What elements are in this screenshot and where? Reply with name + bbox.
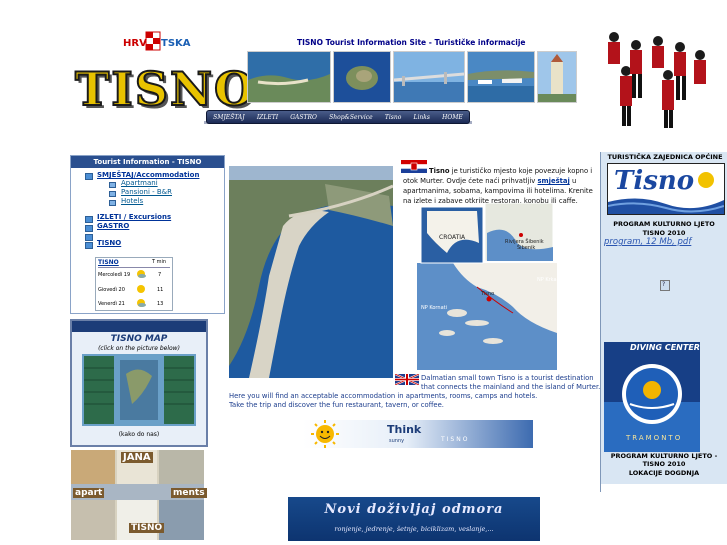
weather-widget: TISNO T min Mercoledì 19 7 Giovedì 20 11… (95, 257, 173, 311)
english-description-2b: Take the trip and discover the fun resta… (229, 400, 444, 409)
program-pdf-link[interactable]: program, 12 Mb, pdf (604, 237, 691, 247)
map-label-croatia: CROATIA (439, 234, 466, 241)
program-2010-locations: PROGRAM KULTURNO LJETO - TISNO 2010 LOKA… (605, 452, 723, 477)
svg-text:TSKA: TSKA (161, 38, 191, 49)
site-title: TISNO Tourist Information Site - Turisti… (297, 38, 526, 47)
tisno-logo-text: Tisno (614, 166, 695, 196)
hrvatska-logo: HRV TSKA (122, 30, 194, 52)
menu-item-gastro[interactable]: GASTRO (290, 114, 317, 121)
map-window-picture[interactable] (82, 354, 196, 426)
link-gastro[interactable]: GASTRO (97, 222, 129, 230)
header-photo-boats (467, 51, 535, 103)
map-label-kornati: NP Kornati (421, 305, 447, 311)
header-photo-island (333, 51, 391, 103)
bullet-icon (109, 200, 116, 206)
weather-temp: 7 (158, 272, 162, 278)
think-sunny-banner[interactable]: Think sunny TISNO (303, 420, 533, 448)
program-locations: LOKACIJE DOGDNJA (628, 468, 700, 477)
english-description-2a: Here you will find an acceptable accommo… (229, 392, 538, 400)
link-apartmani[interactable]: Apartmani (121, 179, 158, 187)
jana-name: JANA (121, 452, 153, 463)
think-place: TISNO (441, 436, 470, 443)
croatian-description: Tisno je turističko mjesto koje povezuje… (403, 166, 599, 206)
smjestaj-link[interactable]: smještaj (538, 177, 570, 185)
tourist-info-box: Tourist Information - TISNO SMJEŠTAJ/Acc… (70, 155, 225, 314)
map-label-riviera: Rivijera Šibenik (505, 238, 544, 245)
link-pansioni[interactable]: Pansioni - B&R (121, 188, 172, 196)
location-map[interactable]: CROATIA Rivijera Šibenik Šibenik NP Krka… (417, 202, 557, 370)
map-label-sibenik: Šibenik (517, 244, 535, 251)
menu-item-home[interactable]: HOME (442, 114, 463, 121)
menu-item-smjestaj[interactable]: SMJEŠTAJ (213, 114, 245, 121)
weather-title[interactable]: TISNO (98, 259, 119, 266)
tourist-board-logo[interactable]: Tisno (607, 163, 725, 215)
weather-temp: 13 (157, 301, 164, 307)
map-title: TISNO MAP (110, 334, 168, 344)
diving-center-banner[interactable]: DIVING CENTER TRAMONTO (604, 342, 700, 452)
hr-tisno-bold: Tisno (429, 167, 450, 175)
column-divider (600, 152, 601, 492)
link-accommodation[interactable]: SMJEŠTAJ/Accommodation (97, 171, 199, 179)
bullet-icon (109, 182, 116, 188)
sun-cloud-icon (137, 270, 146, 278)
novi-subtitle: ronjenje, jedrenje, šetnje, biciklizam, … (334, 525, 494, 533)
program-2010-title-2: PROGRAM KULTURNO LJETO - TISNO 2010 (610, 452, 718, 469)
jana-word2: ments (171, 488, 207, 498)
jana-place: TISNO (129, 523, 165, 533)
main-menu: SMJEŠTAJ IZLETI GASTRO Shop&Service Tisn… (206, 110, 470, 124)
header-photo-church (537, 51, 577, 103)
bullet-icon (85, 225, 93, 232)
bullet-icon (85, 242, 93, 249)
header-photo-bay (247, 51, 331, 103)
novi-title: Novi doživljaj odmora (324, 502, 504, 517)
program-2010-title: PROGRAM KULTURNO LJETO TISNO 2010 (613, 220, 715, 237)
link-excursions[interactable]: IZLETI / Excursions (97, 213, 171, 221)
uk-flag-icon (394, 373, 420, 386)
sunny-text: sunny (389, 438, 405, 444)
tisno-map-box: TISNO MAP (click on the picture below) (… (70, 319, 208, 447)
sun-cloud-icon (137, 299, 146, 307)
diving-title: DIVING CENTER (630, 343, 700, 352)
map-label-tisno: Tisno (480, 291, 494, 297)
map-box-header (72, 321, 206, 332)
aerial-photo-tisno (229, 166, 394, 378)
weather-col-header: T min (152, 259, 167, 265)
weather-divider (98, 267, 170, 268)
bullet-icon (85, 234, 93, 241)
menu-item-izleti[interactable]: IZLETI (257, 114, 278, 121)
tourist-info-title: Tourist Information - TISNO (71, 156, 224, 168)
menu-item-tisno[interactable]: Tisno (385, 114, 401, 121)
link-hotels[interactable]: Hotels (121, 197, 143, 205)
folk-dancers-photo (596, 25, 712, 132)
jana-word1: apart (73, 488, 105, 498)
tourist-board-title: TURISTIČKA ZAJEDNICA OPĆINE (607, 153, 723, 161)
bullet-icon (85, 216, 93, 223)
menu-item-shop-service[interactable]: Shop&Service (329, 114, 373, 121)
header-photo-bridge (393, 51, 465, 103)
broken-image-icon: ? (660, 280, 670, 291)
weather-day: Mercoledì 19 (98, 272, 131, 278)
think-text: Think (387, 423, 422, 436)
bullet-icon (109, 191, 116, 197)
weather-day: Giovedì 20 (98, 287, 125, 293)
link-tisno[interactable]: TISNO (97, 239, 121, 247)
menu-item-links[interactable]: Links (413, 114, 429, 121)
broken-image-glyph: ? (662, 281, 666, 288)
sun-icon (137, 285, 145, 293)
english-description-1: Dalmatian small town Tisno is a tourist … (421, 374, 601, 391)
map-subtitle: (click on the picture below) (98, 345, 180, 352)
weather-day: Venerdì 21 (98, 301, 125, 307)
english-description-2: Here you will find an acceptable accommo… (229, 392, 559, 409)
map-caption: (kako do nas) (118, 431, 160, 438)
novi-dozivljaj-banner[interactable]: Novi doživljaj odmora ronjenje, jedrenje… (288, 497, 540, 541)
svg-text:HRV: HRV (123, 38, 147, 49)
map-label-krka: NP Krka (537, 277, 557, 283)
jana-apartments-banner[interactable]: JANA apart ments TISNO (71, 450, 207, 540)
bullet-icon (85, 173, 93, 180)
weather-temp: 11 (157, 287, 164, 293)
diving-name: TRAMONTO (626, 434, 683, 442)
tisno-logo[interactable]: TISNO (74, 65, 255, 113)
